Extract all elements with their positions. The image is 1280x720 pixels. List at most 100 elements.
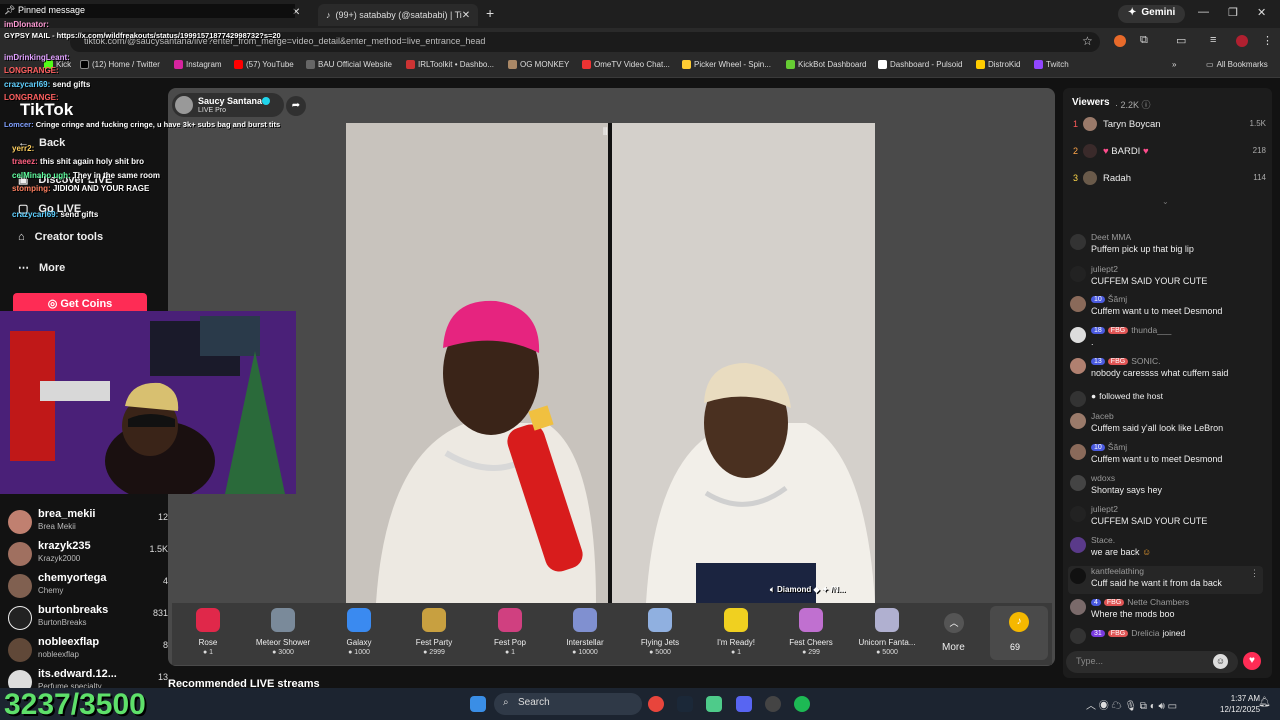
fest-cheers-icon [799, 608, 823, 632]
verified-icon [262, 97, 270, 105]
gift-item[interactable]: Rose ● 1 [175, 606, 241, 656]
gift-price: ● 5000 [876, 649, 898, 656]
rose-icon [196, 608, 220, 632]
close-tab-icon[interactable]: ✕ [462, 10, 470, 21]
top-viewer[interactable]: 2 ♥ BARDI ♥ 218 [1071, 143, 1266, 163]
tiktok-icon: ♪ [326, 10, 331, 20]
bookmark-picker-wheel[interactable]: Picker Wheel - Spin... [682, 60, 771, 69]
bookmark-distrokid[interactable]: DistroKid [976, 60, 1020, 69]
gift-item[interactable]: I'm Ready! ● 1 [703, 606, 769, 656]
emoji-button-icon[interactable]: ☺ [1213, 654, 1228, 669]
tiktok-logo[interactable]: TikTok [20, 100, 73, 120]
video-frame[interactable]: ⫴ 🔈︎ Diamond ◆ ✦ /N... [346, 123, 875, 603]
puzzle-icon[interactable]: ⧉ [1140, 34, 1148, 47]
viewer-score: 114 [1253, 173, 1266, 182]
notification-bell-icon[interactable]: 🔔︎ [1258, 697, 1271, 708]
overlay-chat-line: traeez: this shit again holy shit bro [12, 157, 144, 166]
minimize-icon[interactable]: — [1198, 6, 1209, 18]
app-icon[interactable] [706, 696, 722, 712]
obs-icon[interactable] [765, 696, 781, 712]
bookmark-youtube[interactable]: (57) YouTube [234, 60, 294, 69]
system-tray-icons[interactable]: ︿ ◉ ☁ 🎙︎ ⧉ ◐ 🔊︎ ▭ [1086, 697, 1177, 712]
following-account[interactable]: chemyortega Chemy 4 [8, 570, 168, 598]
gift-item[interactable]: Flying Jets ● 5000 [627, 606, 693, 656]
bookmark-label: All Bookmarks [1216, 60, 1268, 69]
level-badge: 10 [1091, 295, 1105, 303]
chat-username: Stace. [1091, 535, 1116, 545]
all-bookmarks[interactable]: ▭ All Bookmarks [1206, 60, 1268, 69]
extension-icon[interactable] [1114, 35, 1126, 47]
following-account[interactable]: krazyk235 Krazyk2000 1.5K [8, 538, 168, 566]
chrome-icon[interactable] [648, 696, 664, 712]
top-viewer[interactable]: 3 Radah 114 [1071, 170, 1266, 190]
gift-item[interactable]: Fest Party ● 2999 [401, 606, 467, 656]
nav-more[interactable]: ⋯ More [18, 261, 65, 275]
bookmark-twitch[interactable]: Twitch [1034, 60, 1069, 69]
discord-icon[interactable] [736, 696, 752, 712]
like-heart-icon[interactable]: ♥ [1243, 652, 1261, 670]
bookmark-label: OG MONKEY [520, 60, 570, 69]
gift-price-value: 10000 [578, 649, 598, 656]
streamer-chip[interactable]: Saucy Santana LIVE Pro [172, 93, 284, 117]
message-menu-icon[interactable]: ⋮ [1250, 568, 1259, 579]
overlay-chat-text: They in the same room [72, 171, 161, 180]
gift-item[interactable]: Meteor Shower ● 3000 [250, 606, 316, 656]
following-account[interactable]: burtonbreaks BurtonBreaks 831 [8, 602, 168, 630]
gift-item[interactable]: Fest Pop ● 1 [477, 606, 543, 656]
goal-counter: 3237/3500 [4, 688, 146, 720]
guest-label: 🔈︎ Diamond ◆ ✦ /N... [770, 585, 845, 595]
more-gifts-button[interactable]: More [942, 642, 965, 653]
taskbar-search[interactable]: Search [494, 693, 642, 715]
coin-balance[interactable]: ♪ 69 [990, 606, 1048, 660]
following-account[interactable]: nobleexflap nobleexflap 8 [8, 634, 168, 662]
menu-dots-icon[interactable]: ⋮ [1262, 34, 1273, 47]
gift-price-value: 1 [209, 649, 214, 656]
chat-message[interactable]: kantfeelathing Cuff said he want it from … [1068, 566, 1263, 594]
collapse-chevron-icon[interactable]: ⌄ [1162, 197, 1169, 206]
layout-toggle-icon[interactable]: ⫴ [603, 127, 607, 138]
new-tab-button[interactable]: + [486, 5, 494, 21]
gift-item[interactable]: Unicorn Fanta... ● 5000 [854, 606, 920, 656]
bookmark-star-icon[interactable]: ☆ [1082, 34, 1093, 48]
spotify-icon[interactable] [794, 696, 810, 712]
gift-price: ● 5000 [649, 649, 671, 656]
steam-icon[interactable] [677, 696, 693, 712]
bookmark-pulsoid[interactable]: Dashboard - Pulsoid [878, 60, 962, 69]
profile-avatar[interactable] [1236, 35, 1248, 47]
gift-item[interactable]: Interstellar ● 10000 [552, 606, 618, 656]
top-viewer[interactable]: 1 Taryn Boycan 1.5K [1071, 116, 1266, 136]
account-subtitle: Chemy [38, 586, 64, 595]
gift-price: ● 10000 [572, 649, 598, 656]
bookmark-kickbot[interactable]: KickBot Dashboard [786, 60, 866, 69]
level-badge: 4 [1091, 598, 1101, 606]
bookmarks-overflow-icon[interactable]: » [1172, 60, 1176, 69]
nav-creator-tools[interactable]: ⌂ Creator tools [18, 231, 103, 243]
taskbar-clock[interactable]: 1:37 AM 12/12/2025 [1220, 693, 1260, 715]
bookmark-twitter[interactable]: (12) Home / Twitter [80, 60, 160, 69]
account-name: chemyortega [38, 572, 107, 584]
gift-name: Flying Jets [640, 638, 680, 647]
share-icon[interactable]: ➦ [286, 96, 306, 116]
chat-username: Jaceb [1091, 411, 1114, 421]
following-account[interactable]: brea_mekii Brea Mekii 12 [8, 506, 168, 534]
level-badge: 31 [1091, 629, 1105, 637]
gemini-button[interactable]: ✦ Gemini [1118, 5, 1186, 23]
bookmark-bau[interactable]: BAU Official Website [306, 60, 392, 69]
chevron-up-icon[interactable]: ︿ [944, 613, 964, 633]
bookmark-label: OmeTV Video Chat... [594, 60, 670, 69]
bookmark-instagram[interactable]: Instagram [174, 60, 222, 69]
start-icon[interactable] [470, 696, 486, 712]
nav-label: Back [39, 137, 66, 149]
bookmark-ometv[interactable]: OmeTV Video Chat... [582, 60, 670, 69]
restore-icon[interactable]: ❐ [1228, 6, 1238, 19]
close-window-icon[interactable]: ✕ [1257, 6, 1266, 19]
gift-item[interactable]: Galaxy ● 1000 [326, 606, 392, 656]
viewers-title: Viewers [1072, 97, 1110, 108]
sidepanel-icon[interactable]: ▭ [1176, 34, 1186, 47]
folder-icon: ▭ [1206, 60, 1214, 69]
media-icon[interactable]: ≡ [1210, 34, 1216, 46]
browser-tab[interactable]: ♪ (99+) satababy (@satababi) | Ti ✕ [318, 4, 478, 26]
gift-item[interactable]: Fest Cheers ● 299 [778, 606, 844, 656]
bookmark-irltoolkit[interactable]: IRLToolkit • Dashbo... [406, 60, 494, 69]
bookmark-og-monkey[interactable]: OG MONKEY [508, 60, 569, 69]
